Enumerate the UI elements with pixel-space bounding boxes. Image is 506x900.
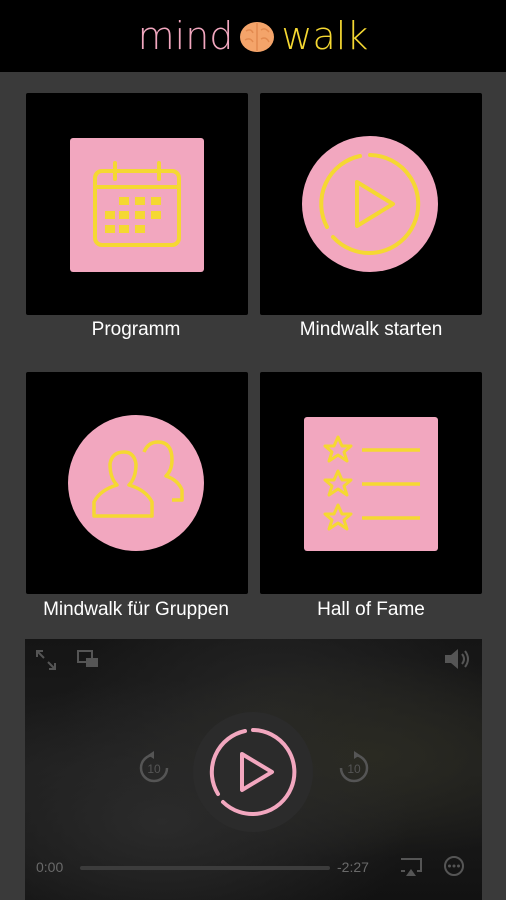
logo-walk-text: walk [281,14,369,58]
tile-mindwalk-starten[interactable] [260,93,482,315]
video-player[interactable]: 10 10 0:00 -2:27 [25,639,482,900]
group-icon [68,415,204,551]
skip-forward-icon[interactable]: 10 [336,750,372,791]
airplay-icon[interactable] [399,857,423,882]
tile-mindwalk-gruppen[interactable] [26,372,248,594]
more-options-icon[interactable] [443,855,465,882]
picture-in-picture-icon[interactable] [77,649,99,674]
video-play-button[interactable] [193,712,313,832]
app-logo: mind walk [0,0,506,72]
logo-mind-text: mind [137,14,234,58]
tile-label-mindwalk-gruppen[interactable]: Mindwalk für Gruppen [16,599,256,621]
star-list-icon [304,417,438,551]
calendar-icon [70,138,204,272]
tile-label-mindwalk-starten[interactable]: Mindwalk starten [251,319,491,341]
play-icon [209,728,297,816]
skip-forward-value: 10 [347,762,361,776]
tile-programm[interactable] [26,93,248,315]
brain-icon [239,19,275,53]
volume-icon[interactable] [443,647,473,676]
fullscreen-icon[interactable] [35,649,57,676]
current-time: 0:00 [36,859,64,875]
progress-bar[interactable] [80,866,330,870]
app-header: mind walk [0,0,506,72]
skip-back-icon[interactable]: 10 [136,750,172,791]
remaining-time: -2:27 [337,859,369,875]
tile-hall-of-fame[interactable] [260,372,482,594]
tile-label-hall-of-fame[interactable]: Hall of Fame [251,599,491,621]
play-circle-icon [302,136,438,272]
skip-back-value: 10 [147,762,161,776]
tile-label-programm[interactable]: Programm [16,319,256,341]
